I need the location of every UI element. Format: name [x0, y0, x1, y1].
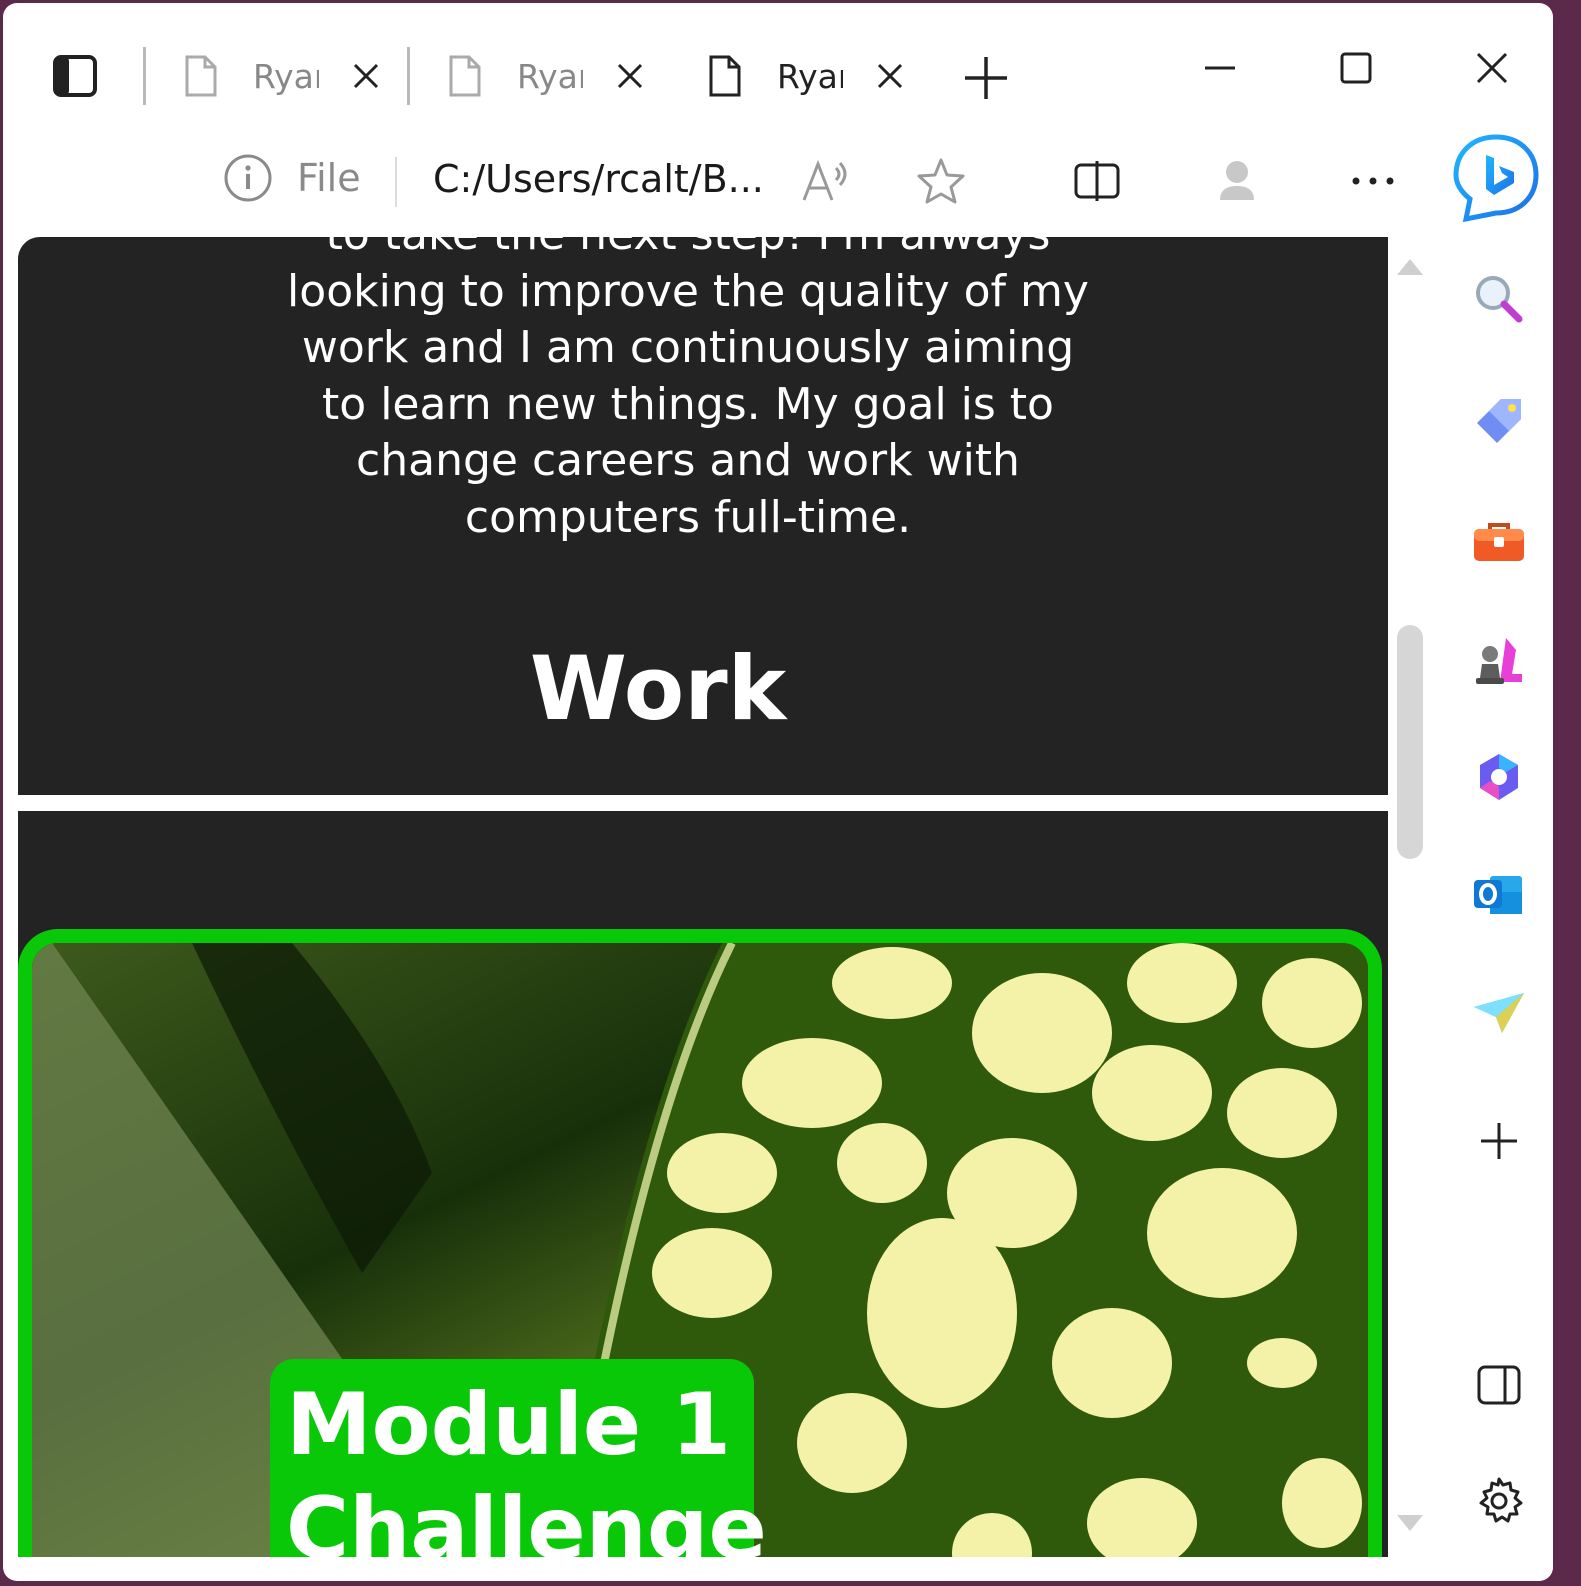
close-tab-icon[interactable]	[349, 59, 383, 93]
close-tab-icon[interactable]	[613, 59, 647, 93]
split-screen-button[interactable]	[1069, 153, 1125, 209]
sidebar-search-button[interactable]	[1471, 271, 1527, 327]
sidebar-tools-button[interactable]	[1471, 515, 1527, 571]
tab-title: Ryan	[253, 56, 319, 96]
site-info-label: File	[297, 156, 361, 200]
search-icon	[1476, 276, 1523, 323]
about-section: to take the next step! I'm always lookin…	[18, 237, 1388, 795]
new-tab-button[interactable]	[963, 55, 1009, 101]
tab-1[interactable]: Ryan	[179, 43, 383, 109]
browser-window: Ryan Ryan Ryan	[3, 3, 1553, 1581]
scroll-down-arrow-icon[interactable]	[1397, 1515, 1423, 1531]
avatar-icon	[1220, 161, 1254, 200]
hide-sidebar-icon	[1477, 1365, 1521, 1405]
page-scrollbar[interactable]	[1393, 249, 1429, 1549]
hide-sidebar-button[interactable]	[1471, 1357, 1527, 1413]
card-title-line-1: Module 1	[286, 1375, 732, 1475]
games-chess-icon	[1476, 638, 1522, 684]
tab-title: Ryan	[777, 56, 843, 96]
project-card-module-1[interactable]: Module 1 Challenge	[18, 929, 1382, 1557]
tab-2[interactable]: Ryan	[443, 43, 647, 109]
plus-icon	[965, 57, 1007, 99]
work-heading: Work	[529, 637, 787, 740]
sidebar-m365-button[interactable]	[1471, 749, 1527, 805]
add-icon	[1481, 1123, 1517, 1159]
minimize-icon	[1205, 66, 1235, 70]
settings-gear-icon	[1479, 1477, 1523, 1523]
address-separator	[395, 157, 397, 207]
sidebar-outlook-button[interactable]	[1471, 867, 1527, 923]
close-tab-icon[interactable]	[873, 59, 907, 93]
tab-separator	[407, 47, 410, 105]
read-aloud-button[interactable]	[798, 153, 854, 209]
about-paragraph: to take the next step! I'm always lookin…	[287, 237, 1089, 543]
close-icon	[1476, 52, 1508, 84]
project-card-title[interactable]: Module 1 Challenge	[270, 1359, 767, 1557]
close-window-button[interactable]	[1467, 43, 1517, 93]
scroll-thumb[interactable]	[1397, 625, 1423, 859]
sidebar-add-button[interactable]	[1471, 1113, 1527, 1169]
tab-actions-button[interactable]	[39, 45, 111, 107]
settings-more-button[interactable]	[1345, 153, 1401, 209]
page-viewport: to take the next step! I'm always lookin…	[18, 237, 1388, 1557]
maximize-button[interactable]	[1331, 43, 1381, 93]
card-title-line-2: Challenge	[286, 1479, 767, 1557]
bing-copilot-button[interactable]	[1451, 133, 1541, 223]
file-icon	[443, 54, 487, 98]
send-drop-icon	[1474, 993, 1524, 1033]
read-aloud-icon	[802, 159, 847, 201]
work-section: Module 1 Challenge	[18, 811, 1388, 1557]
scroll-up-arrow-icon[interactable]	[1397, 259, 1423, 275]
tab-title: Ryan	[517, 56, 583, 96]
tab-separator	[143, 47, 146, 105]
file-icon	[703, 54, 747, 98]
star-icon	[917, 158, 965, 204]
microsoft-365-icon	[1480, 754, 1518, 800]
info-icon	[224, 154, 272, 202]
file-icon	[179, 54, 223, 98]
tab-strip: Ryan Ryan Ryan	[3, 3, 1553, 125]
sidebar-drop-button[interactable]	[1471, 985, 1527, 1041]
site-info-button[interactable]: File	[223, 153, 361, 203]
more-dots-icon	[1352, 177, 1394, 185]
sidebar-shopping-button[interactable]	[1471, 393, 1527, 449]
minimize-button[interactable]	[1195, 43, 1245, 93]
address-url[interactable]: C:/Users/rcalt/B...	[433, 157, 763, 201]
maximize-icon	[1340, 52, 1372, 84]
bing-copilot-icon	[1453, 134, 1539, 223]
sidebar-settings-button[interactable]	[1471, 1473, 1527, 1529]
favorite-button[interactable]	[913, 153, 969, 209]
tab-3-active[interactable]: Ryan	[703, 43, 907, 109]
split-screen-icon	[1074, 161, 1120, 201]
sidebar-games-button[interactable]	[1471, 633, 1527, 689]
tab-actions-icon	[53, 55, 97, 97]
shopping-tag-icon	[1477, 399, 1521, 443]
tools-briefcase-icon	[1474, 523, 1524, 561]
outlook-icon	[1474, 876, 1522, 914]
profile-button[interactable]	[1209, 153, 1265, 209]
